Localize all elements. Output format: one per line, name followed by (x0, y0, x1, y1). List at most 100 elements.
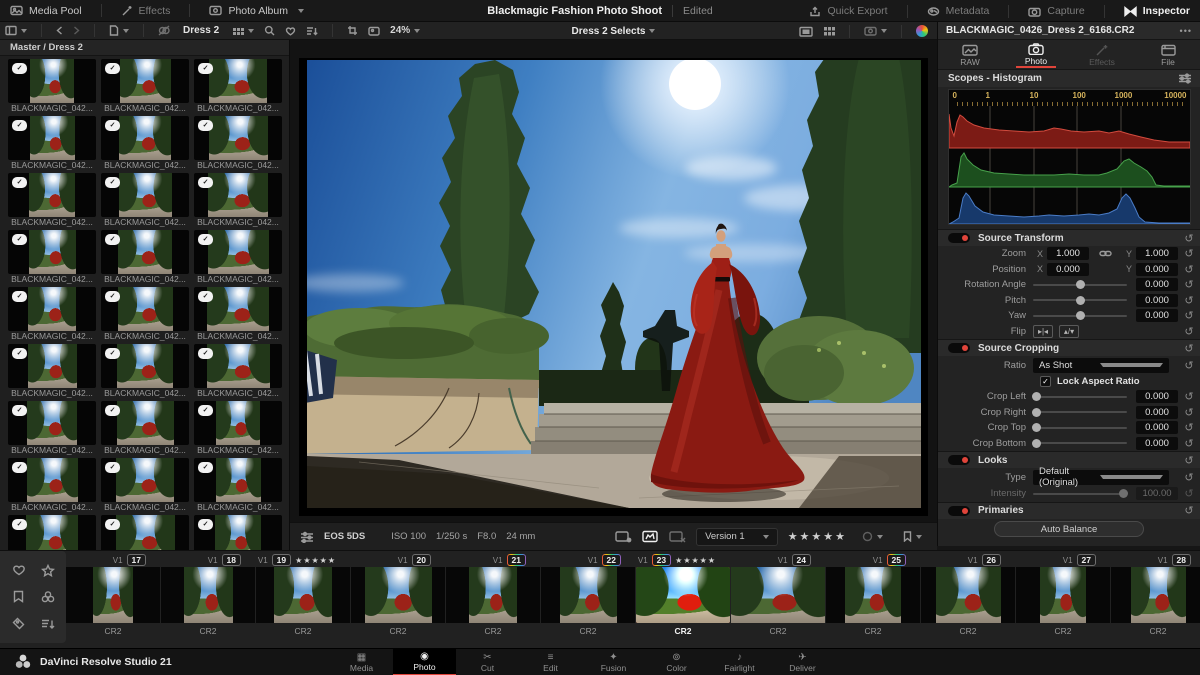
media-thumbnail[interactable]: ✓BLACKMAGIC_042... (6, 458, 98, 513)
media-thumbnail[interactable]: ✓BLACKMAGIC_042... (6, 401, 98, 456)
photo-album-button[interactable]: Photo Album (199, 0, 314, 22)
tag-icon[interactable] (12, 617, 25, 630)
crop-bottom-field[interactable]: 0.000 (1136, 436, 1178, 450)
histogram-overlay-button[interactable] (642, 530, 659, 543)
media-thumbnail[interactable]: ✓BLACKMAGIC_042... (99, 401, 191, 456)
clip-thumbnail[interactable] (541, 567, 635, 623)
view-mode-button[interactable] (227, 22, 259, 40)
media-thumbnail[interactable]: ✓BLACKMAGIC_042... (6, 230, 98, 285)
media-pool-button[interactable]: Media Pool (0, 0, 92, 22)
clip-thumbnail[interactable] (1111, 567, 1200, 623)
effects-button[interactable]: Effects (111, 0, 181, 22)
media-thumbnail[interactable]: ✓BLACKMAGIC_042... (6, 515, 98, 550)
version-dropdown[interactable]: Version 1 (696, 527, 778, 546)
filmstrip-item-18[interactable]: V1 18 CR2 (161, 553, 255, 648)
media-thumbnail[interactable]: ✓BLACKMAGIC_042... (192, 230, 284, 285)
preview-toggle-button[interactable] (363, 22, 385, 40)
reset-icon[interactable]: ↺ (1178, 247, 1200, 260)
page-color[interactable]: ⊚ Color (645, 649, 708, 675)
media-thumbnail[interactable]: ✓BLACKMAGIC_042... (6, 287, 98, 342)
look-type-dropdown[interactable]: Default (Original) (1033, 466, 1169, 488)
media-thumbnail[interactable]: ✓BLACKMAGIC_042... (192, 344, 284, 399)
filmstrip-item-20[interactable]: V1 20 CR2 (351, 553, 445, 648)
page-media[interactable]: ▦ Media (330, 649, 393, 675)
flip-vertical-button[interactable]: ▴/▾ (1059, 324, 1079, 338)
filmstrip-item-26[interactable]: V1 26 CR2 (921, 553, 1015, 648)
flag-image-button[interactable] (615, 530, 632, 543)
crop-overlay-button[interactable] (342, 22, 363, 40)
media-thumbnail[interactable]: ✓BLACKMAGIC_042... (99, 458, 191, 513)
clip-thumbnail[interactable] (921, 567, 1015, 623)
metadata-button[interactable]: Metadata (917, 0, 1000, 22)
filmstrip-item-27[interactable]: V1 27 CR2 (1016, 553, 1110, 648)
crop-left-field[interactable]: 0.000 (1136, 390, 1178, 404)
rotation-field[interactable]: 0.000 (1136, 278, 1178, 292)
heart-icon[interactable] (12, 564, 26, 576)
page-edit[interactable]: ≡ Edit (519, 649, 582, 675)
reset-icon[interactable]: ↺ (1178, 454, 1200, 467)
scopes-settings-icon[interactable] (1178, 73, 1192, 84)
viewer-zoom-control[interactable]: 24% (385, 22, 425, 40)
reset-icon[interactable]: ↺ (1178, 390, 1200, 403)
auto-balance-button[interactable]: Auto Balance (994, 520, 1144, 537)
reset-icon[interactable]: ↺ (1178, 232, 1200, 245)
page-fusion[interactable]: ✦ Fusion (582, 649, 645, 675)
bookmark-dropdown[interactable] (898, 528, 927, 546)
sort-button[interactable] (301, 22, 323, 40)
clip-thumbnail[interactable] (66, 567, 160, 623)
position-x-field[interactable]: 0.000 (1047, 262, 1090, 276)
reset-icon[interactable]: ↺ (1178, 278, 1200, 291)
filmstrip-item-23[interactable]: V1 23 ★★★★★ CR2 (636, 553, 730, 648)
media-thumbnail[interactable]: ✓BLACKMAGIC_042... (6, 173, 98, 228)
media-thumbnail[interactable]: ✓BLACKMAGIC_042... (192, 401, 284, 456)
zoom-y-field[interactable]: 1.000 (1136, 247, 1178, 261)
flag-color-dropdown[interactable] (857, 528, 888, 546)
reset-icon[interactable]: ↺ (1178, 504, 1200, 517)
reset-icon[interactable]: ↺ (1178, 342, 1200, 355)
media-thumbnail[interactable]: ✓BLACKMAGIC_042... (99, 515, 191, 550)
primaries-toggle[interactable] (948, 505, 970, 516)
reset-icon[interactable]: ↺ (1178, 437, 1200, 450)
position-y-field[interactable]: 0.000 (1136, 262, 1178, 276)
filmstrip-item-22[interactable]: V1 22 CR2 (541, 553, 635, 648)
sort-icon[interactable] (41, 618, 55, 630)
ratio-dropdown[interactable]: As Shot (1033, 357, 1169, 373)
tab-photo[interactable]: Photo (1016, 41, 1056, 68)
page-cut[interactable]: ✂ Cut (456, 649, 519, 675)
search-button[interactable] (259, 22, 280, 40)
media-thumbnail[interactable]: ✓BLACKMAGIC_042... (99, 116, 191, 171)
filmstrip-item-25[interactable]: V1 25 CR2 (826, 553, 920, 648)
color-managed-button[interactable] (911, 22, 933, 40)
options-menu-button[interactable]: ••• (1172, 26, 1200, 36)
single-view-button[interactable] (794, 22, 818, 40)
link-icon[interactable] (1099, 249, 1112, 258)
reset-icon[interactable]: ↺ (1178, 325, 1200, 338)
media-thumbnail[interactable]: ✓BLACKMAGIC_042... (192, 515, 284, 550)
clip-thumbnail[interactable] (1016, 567, 1110, 623)
pitch-slider[interactable] (1033, 295, 1127, 305)
quick-export-button[interactable]: Quick Export (799, 0, 897, 22)
yaw-slider[interactable] (1033, 311, 1127, 321)
lock-aspect-row[interactable]: ✓ Lock Aspect Ratio (938, 374, 1200, 389)
collaboration-icon[interactable] (41, 590, 55, 603)
clip-filter-button[interactable] (153, 22, 175, 40)
media-thumbnail[interactable]: ✓BLACKMAGIC_042... (192, 116, 284, 171)
page-deliver[interactable]: ✈ Deliver (771, 649, 834, 675)
media-thumbnail[interactable]: ✓BLACKMAGIC_042... (192, 173, 284, 228)
reset-icon[interactable]: ↺ (1178, 263, 1200, 276)
reset-icon[interactable]: ↺ (1178, 294, 1200, 307)
back-button[interactable] (51, 22, 68, 40)
lock-aspect-checkbox[interactable]: ✓ (1040, 376, 1051, 387)
crop-left-slider[interactable] (1032, 392, 1127, 402)
reset-icon[interactable]: ↺ (1178, 406, 1200, 419)
grid-view-button[interactable] (818, 22, 840, 40)
page-photo[interactable]: ◉ Photo (393, 648, 456, 675)
yaw-field[interactable]: 0.000 (1136, 309, 1178, 323)
crop-bottom-slider[interactable] (1032, 438, 1127, 448)
media-thumbnail[interactable]: ✓BLACKMAGIC_042... (192, 287, 284, 342)
crop-right-field[interactable]: 0.000 (1136, 405, 1178, 419)
media-thumbnail[interactable]: ✓BLACKMAGIC_042... (6, 344, 98, 399)
reset-icon[interactable]: ↺ (1178, 359, 1200, 372)
media-thumbnail[interactable]: ✓BLACKMAGIC_042... (99, 230, 191, 285)
viewer-rating-stars[interactable]: ★★★★★ (788, 530, 847, 543)
